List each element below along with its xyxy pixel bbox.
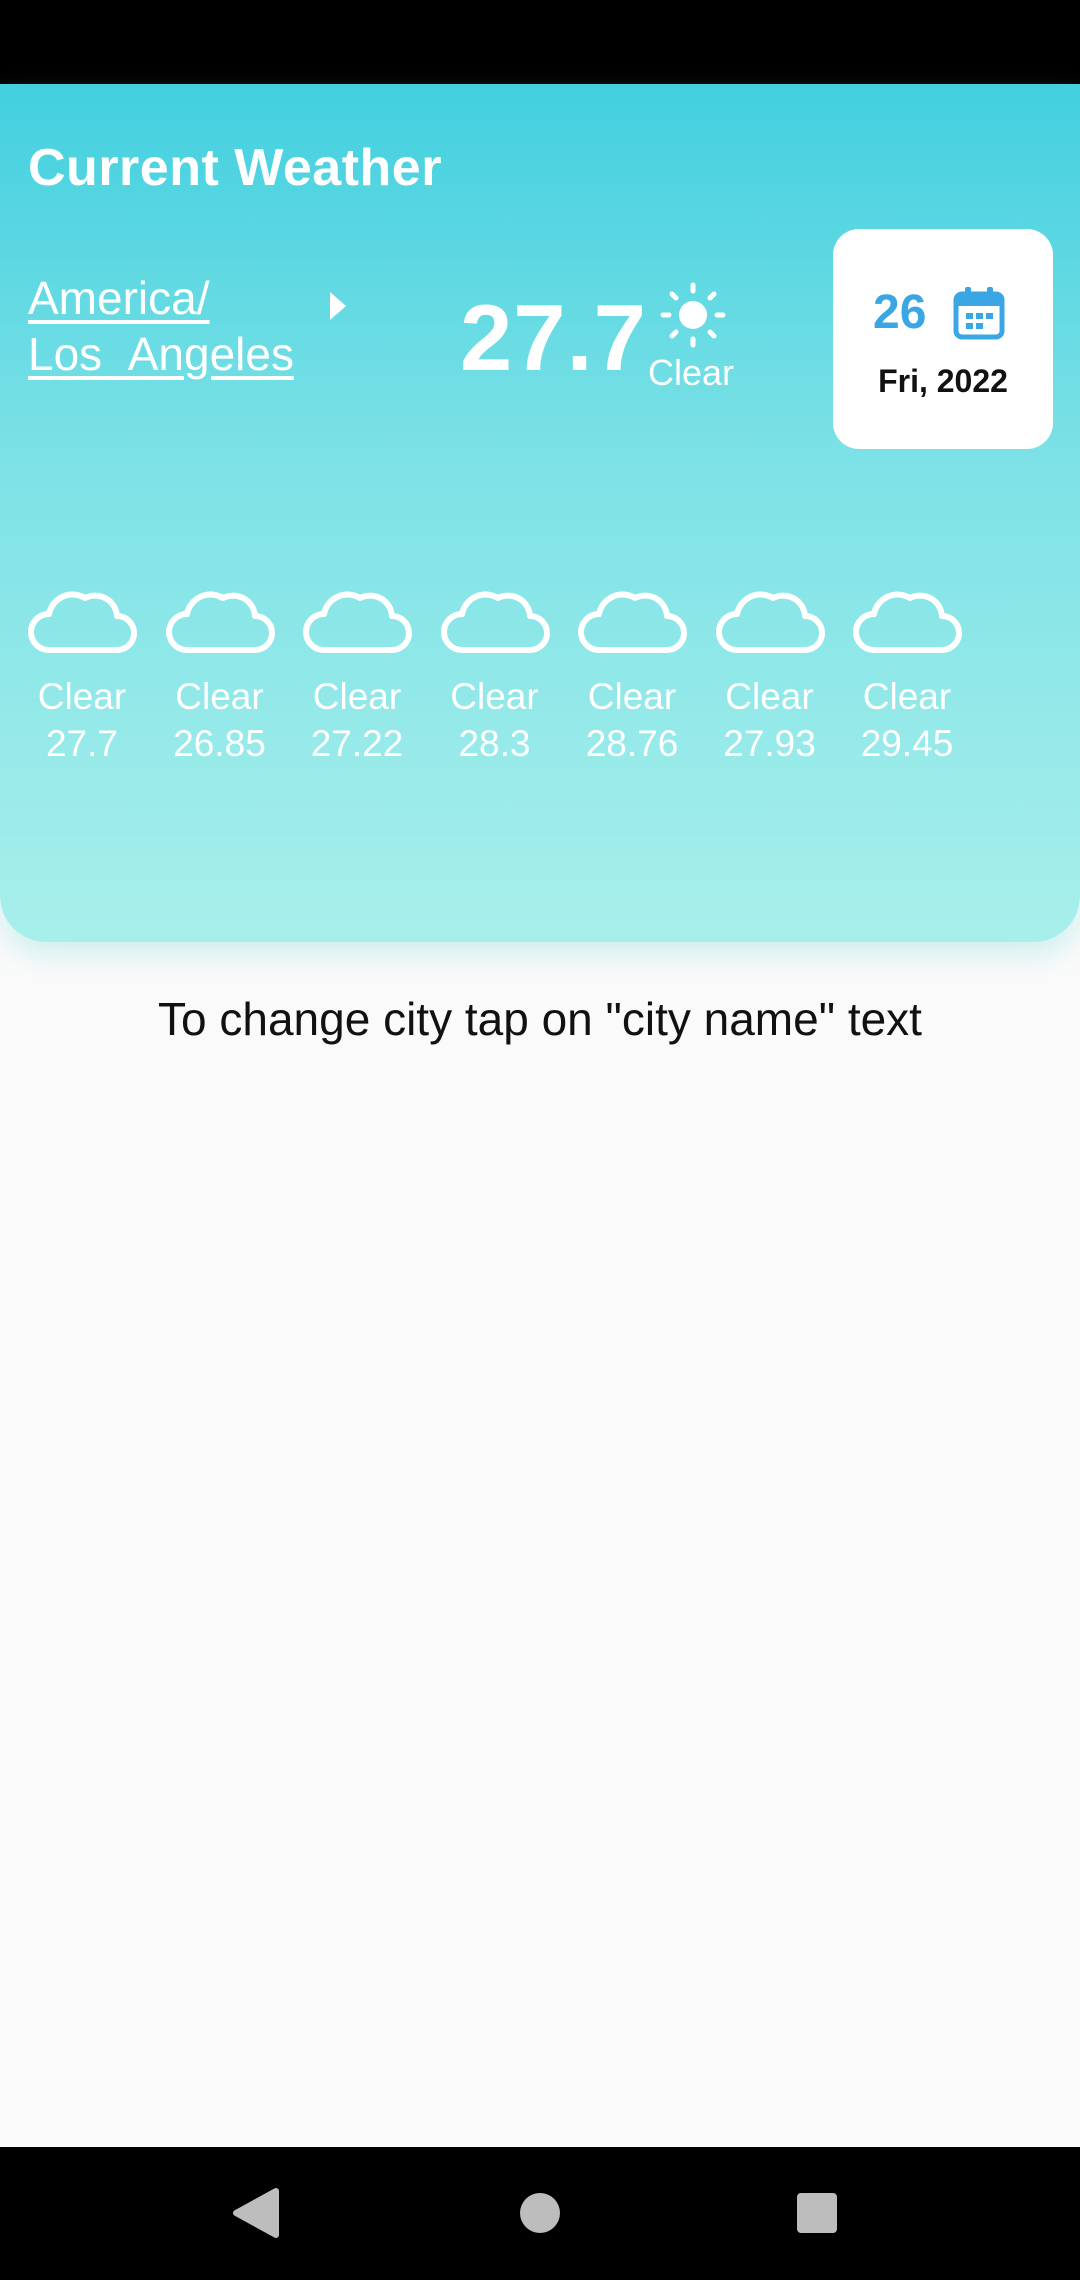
current-condition: Clear xyxy=(648,352,735,393)
forecast-condition: Clear xyxy=(175,676,264,717)
forecast-temperature: 28.76 xyxy=(585,723,679,764)
forecast-condition: Clear xyxy=(725,676,814,717)
forecast-condition: Clear xyxy=(450,676,539,717)
forecast-item: Clear 29.45 xyxy=(852,582,962,768)
forecast-item: Clear 28.76 xyxy=(577,582,687,768)
forecast-item: Clear 27.7 xyxy=(27,582,137,768)
current-temperature: 27.7 xyxy=(460,285,647,390)
cloud-icon xyxy=(165,591,275,653)
cloud-icon xyxy=(28,591,137,653)
date-day: 26 xyxy=(873,286,927,339)
back-triangle-icon[interactable] xyxy=(232,2187,280,2244)
forecast-condition: Clear xyxy=(37,676,127,717)
date-card[interactable]: 26 Fri, 2022 xyxy=(833,229,1053,449)
date-weekday-year: Fri, 2022 xyxy=(878,363,1008,399)
change-city-hint: To change city tap on "city name" text xyxy=(158,993,922,1045)
forecast-condition: Clear xyxy=(312,676,402,717)
navigation-bar xyxy=(0,2147,1080,2280)
cloud-icon xyxy=(715,591,825,653)
forecast-item: Clear 28.3 xyxy=(440,582,550,768)
calendar-icon xyxy=(951,285,1007,346)
forecast-temperature: 27.22 xyxy=(310,723,404,764)
sun-icon xyxy=(660,282,726,353)
forecast-item: Clear 27.22 xyxy=(302,582,412,768)
cloud-icon xyxy=(440,591,550,653)
forecast-condition: Clear xyxy=(587,676,677,717)
home-circle-icon[interactable] xyxy=(519,2187,561,2244)
cloud-icon xyxy=(853,591,962,653)
cloud-icon xyxy=(578,591,687,653)
city-name-link[interactable]: America/ Los_Angeles xyxy=(28,270,318,382)
recents-square-icon[interactable] xyxy=(796,2187,838,2244)
forecast-temperature: 28.3 xyxy=(458,723,531,764)
forecast-item: Clear 27.93 xyxy=(715,582,825,768)
weather-header-card: Current Weather America/ Los_Angeles 27.… xyxy=(0,84,1080,942)
page-title: Current Weather xyxy=(28,139,442,197)
forecast-item: Clear 26.85 xyxy=(165,582,275,768)
forecast-temperature: 27.7 xyxy=(45,723,118,764)
status-bar xyxy=(0,0,1080,84)
forecast-list: Clear 27.7 Clear 26.85 Clear 27.22 Clear… xyxy=(27,582,990,768)
play-arrow-icon[interactable] xyxy=(328,290,348,327)
forecast-temperature: 29.45 xyxy=(860,723,954,764)
forecast-temperature: 27.93 xyxy=(723,723,816,764)
forecast-condition: Clear xyxy=(862,676,952,717)
cloud-icon xyxy=(303,591,412,653)
forecast-temperature: 26.85 xyxy=(173,723,266,764)
